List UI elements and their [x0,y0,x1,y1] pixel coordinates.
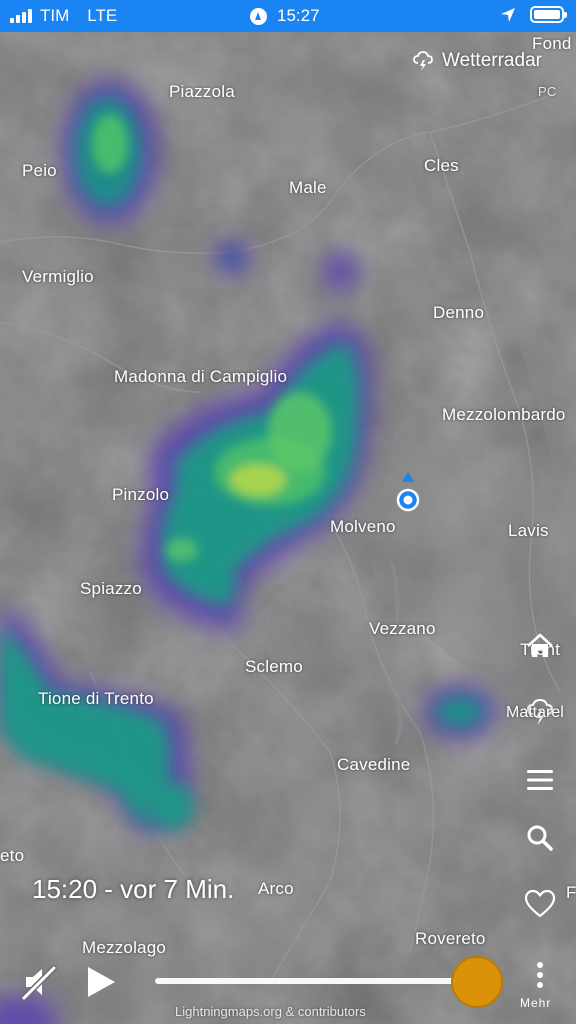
network-label: LTE [87,6,118,25]
place-label: Madonna di Campiglio [114,367,288,386]
search-icon [527,825,553,851]
status-left: TIM LTE [10,6,117,26]
status-right [500,6,567,23]
battery-fill [534,10,560,19]
cloud-lightning-icon [413,51,433,71]
attribution-text: Lightningmaps.org & contributors [175,1004,366,1019]
place-label: Piazzola [169,82,235,101]
location-arrow-icon [501,7,515,22]
place-label: eto [0,846,25,865]
speaker-muted-icon [21,965,57,1001]
heart-icon [524,889,556,918]
place-label: F [566,883,576,902]
timeline-controls: Lightningmaps.org & contributors Mehr [0,940,576,1024]
place-label: Mezzolombardo [442,405,566,424]
status-center: 15:27 [250,6,320,26]
place-label: Mattarel [506,704,564,721]
more-label: Mehr [520,996,552,1010]
place-label: Tione di Trento [38,689,154,708]
brand: Wetterradar [412,50,542,72]
place-label: PC [538,84,557,99]
status-time: 15:27 [277,6,320,25]
timeline-time-label: 15:20 - vor 7 Min. [32,874,235,904]
home-icon [527,633,553,657]
place-label: Spiazzo [80,579,142,598]
menu-icon [527,770,553,790]
place-label: Vezzano [369,619,436,638]
place-label: Cles [424,156,459,175]
place-label: Vermiglio [22,267,94,286]
timeline-slider-thumb[interactable] [451,956,503,1008]
play-icon [88,967,115,997]
carrier-label: TIM [40,6,70,25]
status-bar: TIM LTE 15:27 [0,0,576,32]
place-label: Arco [258,879,294,898]
place-label: Male [289,178,327,197]
location-services-icon [250,7,267,25]
search-button[interactable] [520,818,560,858]
menu-button[interactable] [520,760,560,800]
battery-icon [530,6,567,23]
place-label: Peio [22,161,57,180]
favorite-button[interactable] [520,884,560,924]
place-label: Lavis [508,521,549,540]
mute-button[interactable] [20,962,60,1002]
home-button[interactable] [520,626,560,666]
place-label: Sclemo [245,657,303,676]
timeline-slider[interactable] [155,978,467,984]
play-button[interactable] [82,962,122,1002]
brand-name: Wetterradar [442,50,542,71]
place-label: Pinzolo [112,485,170,504]
more-vertical-icon [537,962,543,988]
place-label: Denno [433,303,485,322]
place-label: Molveno [330,517,396,536]
signal-icon [10,9,32,23]
place-label: Cavedine [337,755,411,774]
current-location-icon[interactable] [396,472,420,512]
